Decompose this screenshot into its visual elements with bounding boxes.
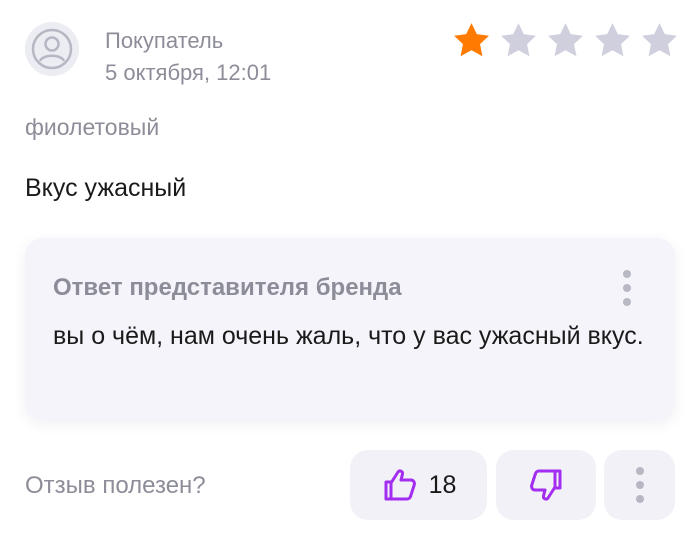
- more-vertical-icon-dot: [635, 495, 644, 503]
- helpful-question: Отзыв полезен?: [25, 472, 206, 499]
- dislike-button[interactable]: [496, 450, 596, 520]
- more-vertical-icon-dot: [635, 467, 644, 475]
- brand-reply-card: Ответ представителя бренда вы о чём, нам…: [25, 238, 675, 420]
- star-empty-icon: [548, 23, 583, 57]
- review-author: Покупатель: [105, 28, 224, 53]
- star-filled-icon: [454, 23, 489, 57]
- thumbs-up-icon: [384, 469, 416, 501]
- more-vertical-icon: [623, 270, 631, 278]
- brand-reply-title: Ответ представителя бренда: [53, 274, 402, 301]
- brand-reply-text: вы о чём, нам очень жаль, что у вас ужас…: [53, 322, 644, 350]
- more-vertical-icon-dot: [635, 481, 644, 489]
- more-vertical-icon-dot: [623, 298, 631, 306]
- star-empty-icon: [501, 23, 536, 57]
- review-date: 5 октября, 12:01: [105, 60, 272, 85]
- review-more-button[interactable]: [604, 450, 675, 520]
- like-count: 18: [428, 470, 457, 499]
- review-header: Покупатель 5 октября, 12:01: [25, 20, 680, 85]
- star-empty-icon: [595, 23, 630, 57]
- avatar: [25, 22, 79, 76]
- star-empty-icon: [642, 23, 677, 57]
- product-variant: фиолетовый: [25, 114, 160, 140]
- more-vertical-icon: [635, 467, 644, 503]
- like-button[interactable]: 18: [350, 450, 487, 520]
- more-vertical-icon-dot: [623, 284, 631, 292]
- reply-more-button[interactable]: [617, 270, 637, 306]
- thumbs-down-icon: [530, 469, 562, 501]
- review-text: Вкус ужасный: [25, 174, 187, 202]
- rating-stars: [451, 20, 680, 61]
- user-circle-icon: [31, 28, 73, 70]
